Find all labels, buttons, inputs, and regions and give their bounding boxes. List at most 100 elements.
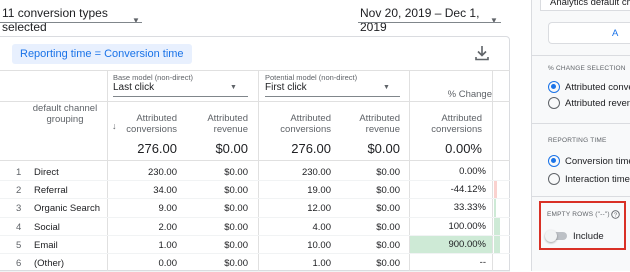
col-header-pct-conv[interactable]: Attributed conversions [416, 113, 482, 135]
row-pct-change: -44.12% [450, 184, 486, 196]
date-underline [358, 22, 501, 23]
row-pct-change: -- [479, 257, 486, 268]
divider [0, 70, 510, 71]
row-index: 5 [16, 239, 22, 251]
pct-change-label: % Change [447, 89, 492, 100]
potential-model-select[interactable]: First click [265, 82, 307, 93]
pct-change-bar [494, 217, 500, 236]
row-channel: Direct [34, 167, 59, 178]
col-header-base-rev[interactable]: Attributed revenue [190, 113, 248, 135]
analytics-select[interactable]: Analytics default ch [540, 0, 630, 11]
radio-attributed-conversions[interactable] [548, 81, 560, 93]
row-channel: Referral [34, 185, 68, 197]
apply-button-label: A [612, 28, 619, 39]
chevron-down-icon[interactable]: ▼ [230, 84, 237, 91]
potential-model-label: Potential model (non-direct) [265, 73, 358, 82]
dimension-header[interactable]: default channel grouping [30, 103, 100, 125]
chevron-down-icon[interactable]: ▼ [383, 84, 390, 91]
radio-label-conversion-time: Conversion time [565, 156, 630, 167]
base-model-label: Base model (non-direct) [113, 73, 194, 82]
reporting-section-title: REPORTING TIME [548, 137, 607, 144]
table-row[interactable]: 6 (Other) 0.00 $0.00 1.00 $0.00 -- [0, 254, 510, 272]
reporting-time-chip[interactable]: Reporting time = Conversion time [12, 44, 192, 64]
help-icon[interactable]: ? [611, 210, 620, 219]
row-base-rev: $0.00 [224, 203, 248, 215]
row-index: 4 [16, 221, 22, 233]
row-base-rev: $0.00 [224, 167, 248, 178]
row-base-rev: $0.00 [224, 221, 248, 233]
include-label: Include [573, 231, 604, 242]
row-base-rev: $0.00 [224, 185, 248, 197]
col-header-pot-rev[interactable]: Attributed revenue [342, 113, 400, 135]
row-pot-rev: $0.00 [376, 185, 400, 197]
table-row[interactable]: 5 Email 1.00 $0.00 10.00 $0.00 900.00% [0, 235, 510, 254]
row-index: 6 [16, 258, 22, 269]
divider [0, 101, 510, 102]
row-pot-conv: 1.00 [312, 258, 332, 269]
row-index: 3 [16, 203, 22, 215]
download-icon[interactable] [475, 45, 489, 61]
row-base-conv: 2.00 [158, 221, 178, 233]
row-pct-change: 900.00% [410, 235, 492, 254]
divider [532, 123, 630, 124]
apply-button[interactable]: A [548, 22, 630, 44]
col-header-base-conv[interactable]: ↓ Attributed conversions [112, 113, 177, 135]
report-card: Reporting time = Conversion time Base mo… [0, 36, 510, 272]
radio-label-revenue: Attributed revenue [565, 98, 630, 109]
report-area: 11 conversion types selected ▼ Nov 20, 2… [0, 0, 530, 272]
radio-interaction-time[interactable] [548, 173, 560, 185]
row-pot-conv: 4.00 [312, 221, 332, 233]
row-index: 1 [16, 167, 22, 178]
arrow-down-icon: ↓ [112, 121, 117, 131]
radio-conversion-time[interactable] [548, 155, 560, 167]
analytics-select-label: Analytics default ch [550, 0, 630, 8]
chevron-down-icon: ▼ [490, 15, 498, 25]
radio-attributed-revenue[interactable] [548, 97, 560, 109]
pct-change-bar [494, 235, 500, 254]
total-base-conv: 276.00 [137, 141, 177, 156]
row-base-conv: 230.00 [147, 167, 177, 178]
row-pct-change: 33.33% [453, 202, 486, 214]
row-pot-rev: $0.00 [376, 239, 400, 251]
row-base-conv: 1.00 [158, 239, 178, 251]
row-pct-change: 100.00% [448, 220, 486, 232]
select-underline [113, 96, 248, 97]
conversion-types-label: 11 conversion types selected [2, 6, 108, 34]
divider [532, 196, 630, 197]
pct-change-bar [494, 199, 496, 218]
total-base-rev: $0.00 [215, 141, 248, 156]
row-base-rev: $0.00 [224, 239, 248, 251]
row-pot-conv: 230.00 [301, 167, 331, 178]
select-underline [265, 96, 400, 97]
row-pot-rev: $0.00 [376, 167, 400, 178]
row-pot-rev: $0.00 [376, 221, 400, 233]
row-channel: Email [34, 239, 58, 251]
date-range-label: Nov 20, 2019 – Dec 1, 2019 [360, 6, 480, 34]
pct-change-bar [494, 181, 497, 200]
row-pot-conv: 10.00 [307, 239, 331, 251]
divider [532, 55, 630, 56]
col-header-pot-conv[interactable]: Attributed conversions [263, 113, 331, 135]
table-row[interactable]: 4 Social 2.00 $0.00 4.00 $0.00 100.00% [0, 217, 510, 236]
toggle-knob [545, 230, 557, 242]
pct-change-section-title: % CHANGE SELECTION [548, 65, 626, 72]
row-pct-change: 0.00% [459, 166, 486, 177]
chevron-down-icon: ▼ [132, 15, 140, 25]
table-row[interactable]: 2 Referral 34.00 $0.00 19.00 $0.00 -44.12% [0, 181, 510, 200]
row-pot-conv: 12.00 [307, 203, 331, 215]
table-row[interactable]: 3 Organic Search 9.00 $0.00 12.00 $0.00 33.33% [0, 199, 510, 218]
total-pot-rev: $0.00 [367, 141, 400, 156]
row-channel: (Other) [34, 258, 65, 269]
row-base-conv: 9.00 [158, 203, 178, 215]
include-toggle[interactable] [545, 230, 567, 242]
select-underline [0, 22, 142, 23]
row-pot-rev: $0.00 [376, 203, 400, 215]
table-row[interactable]: 1 Direct 230.00 $0.00 230.00 $0.00 0.00% [0, 163, 510, 182]
date-range-select[interactable]: Nov 20, 2019 – Dec 1, 2019 ▼ [360, 6, 500, 34]
row-base-conv: 0.00 [158, 258, 178, 269]
row-channel: Organic Search [34, 203, 101, 215]
row-pot-rev: $0.00 [376, 258, 400, 269]
conversion-types-select[interactable]: 11 conversion types selected ▼ [2, 6, 142, 34]
row-index: 2 [16, 185, 22, 197]
base-model-select[interactable]: Last click [113, 82, 154, 93]
